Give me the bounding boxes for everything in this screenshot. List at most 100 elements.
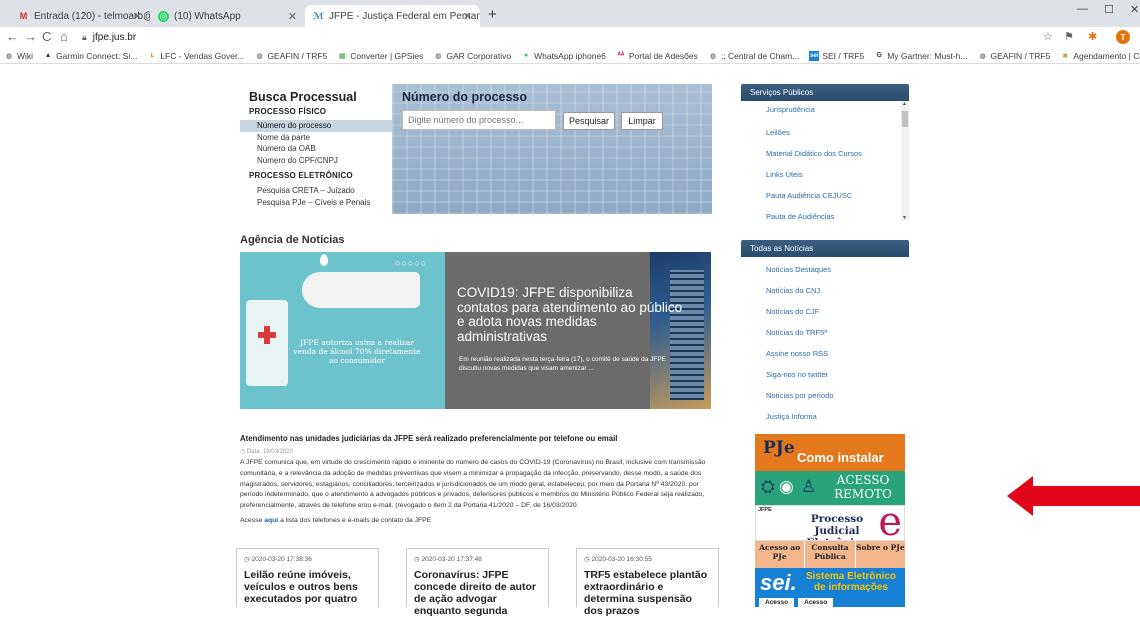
sei-acesso-button-1[interactable]: Acesso <box>759 598 795 607</box>
back-icon[interactable]: ← <box>6 29 19 44</box>
bookmark[interactable]: ✱ Agendamento | Cer... <box>1060 51 1140 61</box>
bookmark-label: :: Central de Cham... <box>720 50 800 61</box>
close-icon[interactable]: ✕ <box>133 10 142 23</box>
tab-jfpe[interactable]: ℳ JFPE - Justiça Federal em Pernam ✕ <box>305 5 480 27</box>
bookmark[interactable]: sei SEI / TRF5 <box>809 50 864 61</box>
sistema-eletronico-label: Sistema Eletrônico de informações <box>805 571 897 593</box>
consulta-publica-link[interactable]: Consulta Pública <box>805 541 856 568</box>
link-pauta-cejusc[interactable]: Pauta Audiência CEJUSC <box>741 185 909 206</box>
news-card[interactable]: ◷ 2020-03-20 17:38:36 Leilão reúne imóve… <box>236 548 379 607</box>
news-title[interactable]: Atendimento nas unidades judiciárias da … <box>240 434 711 443</box>
link-justica-informa[interactable]: Justiça Informa <box>741 406 909 427</box>
news-card[interactable]: ◷ 2020-03-20 16:30:55 TRF5 estabelece pl… <box>576 548 719 617</box>
slide-image[interactable]: JFPE autoriza usina a realizar venda de … <box>240 252 445 409</box>
aqui-link[interactable]: aqui <box>264 517 278 524</box>
link-leiloes[interactable]: Leilões <box>741 122 909 143</box>
card-title[interactable]: Coronavírus: JFPE concede direito de aut… <box>414 569 541 617</box>
extension-flag-icon[interactable]: ⚑ <box>1064 30 1074 43</box>
link-numero-processo[interactable]: Número do processo <box>240 120 392 132</box>
bookmark[interactable]: ◍ GEAFIN / TRF5 <box>254 51 327 61</box>
numero-processo-input[interactable]: Digite número do processo... <box>402 110 556 130</box>
servicos-scrollbar[interactable]: ▲ ▼ <box>901 101 909 221</box>
pje-eletronico-banner[interactable]: JFPE Processo Judicial Eletrônico e <box>755 505 905 541</box>
card-title[interactable]: Leilão reúne imóveis, veículos e outros … <box>244 569 371 605</box>
sobre-pje-link[interactable]: Sobre o PJe <box>856 541 905 568</box>
numero-processo-title: Número do processo <box>402 90 528 104</box>
globe-icon: ◉ <box>779 477 794 496</box>
reload-icon[interactable]: C <box>42 29 51 44</box>
tab-gmail[interactable]: M Entrada (120) - telmoarb@gmail... ✕ <box>10 5 150 27</box>
link-pesquisa-creta[interactable]: Pesquisa CRETA – Juizado <box>240 185 392 197</box>
link-noticias-cjf[interactable]: Notícias do CJF <box>741 301 909 322</box>
news-cards: ◷ 2020-03-20 17:38:36 Leilão reúne imóve… <box>236 548 719 617</box>
link-jurisprudencia[interactable]: Jurisprudência <box>741 101 909 122</box>
link-cpf-cnpj[interactable]: Número do CPF/CNPJ <box>240 155 392 167</box>
bookmark-label: LFC - Vendas Gover... <box>160 50 245 61</box>
bottle-shape <box>246 300 288 386</box>
acesso-pje-link[interactable]: Acesso ao PJe <box>755 541 806 568</box>
bookmark[interactable]: ▲ Garmin Connect: Si... <box>43 51 138 61</box>
bookmark[interactable]: ● WhatsApp iphone6 <box>521 51 606 61</box>
whatsapp-icon: ◎ <box>158 10 169 22</box>
new-tab-icon[interactable]: + <box>488 6 497 23</box>
link-rss[interactable]: Assine nosso RSS <box>741 343 909 364</box>
network-users-icon: ⛭ <box>761 477 775 496</box>
tab-whatsapp[interactable]: ◎ (10) WhatsApp ✕ <box>150 5 305 27</box>
link-pauta-audiencias[interactable]: Pauta de Audiências <box>741 206 909 221</box>
link-pesquisa-pje[interactable]: Pesquisa PJe – Cíveis e Penais <box>240 197 392 209</box>
close-icon[interactable]: ✕ <box>463 10 472 23</box>
bookmark[interactable]: G My Gartner: Must-h... <box>874 51 967 61</box>
pje-como-instalar-banner[interactable]: PJe Como instalar <box>755 434 905 471</box>
maximize-icon[interactable]: ☐ <box>1104 3 1114 16</box>
link-twitter[interactable]: Siga-nos no twitter <box>741 364 909 385</box>
servicos-publicos-header: Serviços Públicos <box>741 84 909 101</box>
link-noticias-destaques[interactable]: Notícias Destaques <box>741 257 909 280</box>
extension-pin-icon[interactable]: ✱ <box>1088 30 1097 43</box>
todas-noticias-header: Todas as Notícias <box>741 240 909 257</box>
link-noticias-trf5[interactable]: Notícias do TRF5ª <box>741 322 909 343</box>
close-icon[interactable]: ✕ <box>288 10 297 23</box>
limpar-button[interactable]: Limpar <box>621 112 663 130</box>
card-title[interactable]: TRF5 estabelece plantão extraordinário e… <box>584 569 711 617</box>
acesso-remoto-banner[interactable]: ⛭ ◉ ♙ ACESSO REMOTO <box>755 471 905 505</box>
news-slider[interactable]: JFPE autoriza usina a realizar venda de … <box>240 252 711 409</box>
slide-text-panel[interactable]: ○○○○○ COVID19: JFPE disponibiliza contat… <box>395 252 682 409</box>
link-noticias-cnj[interactable]: Notícias do CNJ <box>741 280 909 301</box>
scrollbar-thumb[interactable] <box>902 111 908 127</box>
link-links-uteis[interactable]: Links Úteis <box>741 164 909 185</box>
sei-banner[interactable]: sei. Sistema Eletrônico de informações A… <box>755 568 905 607</box>
bookmark[interactable]: ʟ LFC - Vendas Gover... <box>147 50 245 61</box>
bookmark-label: GEAFIN / TRF5 <box>990 50 1051 61</box>
profile-avatar[interactable]: T <box>1116 30 1130 44</box>
link-numero-oab[interactable]: Número da OAB <box>240 143 392 155</box>
link-nome-parte[interactable]: Nome da parte <box>240 132 392 144</box>
tab-title: JFPE - Justiça Federal em Pernam <box>329 10 480 22</box>
scroll-down-icon[interactable]: ▼ <box>902 215 907 221</box>
bookmark[interactable]: ◍:: Central de Cham... <box>708 51 799 61</box>
card-time-text: 2020-03-20 16:30:55 <box>591 556 652 563</box>
sei-acesso-button-2[interactable]: Acesso <box>798 598 834 607</box>
bookmark-label: GEAFIN / TRF5 <box>267 50 328 61</box>
user-icon: ♙ <box>801 477 817 496</box>
bookmark-label: GAR Corporativo <box>446 50 512 61</box>
close-window-icon[interactable]: ✕ <box>1130 3 1139 16</box>
bookmark[interactable]: ◍ GAR Corporativo <box>433 51 511 61</box>
star-icon[interactable]: ☆ <box>1043 30 1053 43</box>
address-bar[interactable]: 🔒︎ jfpe.jus.br <box>82 29 1042 46</box>
home-icon[interactable]: ⌂ <box>60 29 68 44</box>
bookmark[interactable]: ◍ Wiki <box>4 51 33 61</box>
news-card[interactable]: ◷ 2020-03-20 17:37:48 Coronavírus: JFPE … <box>406 548 549 617</box>
slider-dots[interactable]: ○○○○○ <box>395 258 427 268</box>
slide-headline[interactable]: COVID19: JFPE disponibiliza contatos par… <box>457 285 687 344</box>
more-suffix: a lista dos telefones e e-mails de conta… <box>280 516 432 524</box>
bookmark[interactable]: ◍ GEAFIN / TRF5 <box>978 50 1051 61</box>
scroll-up-icon[interactable]: ▲ <box>902 101 907 107</box>
forward-icon[interactable]: → <box>24 29 37 44</box>
link-noticias-periodo[interactable]: Notícias por período <box>741 385 909 406</box>
lock-icon: 🔒︎ <box>82 32 87 42</box>
link-material-didatico[interactable]: Material Didático dos Cursos <box>741 143 909 164</box>
bookmark[interactable]: ▦ Converter | GPSies <box>337 51 423 61</box>
bookmark[interactable]: ᴬᴬ Portal de Adesões <box>616 51 697 61</box>
minimize-icon[interactable]: — <box>1077 3 1088 15</box>
pesquisar-button[interactable]: Pesquisar <box>563 112 615 130</box>
